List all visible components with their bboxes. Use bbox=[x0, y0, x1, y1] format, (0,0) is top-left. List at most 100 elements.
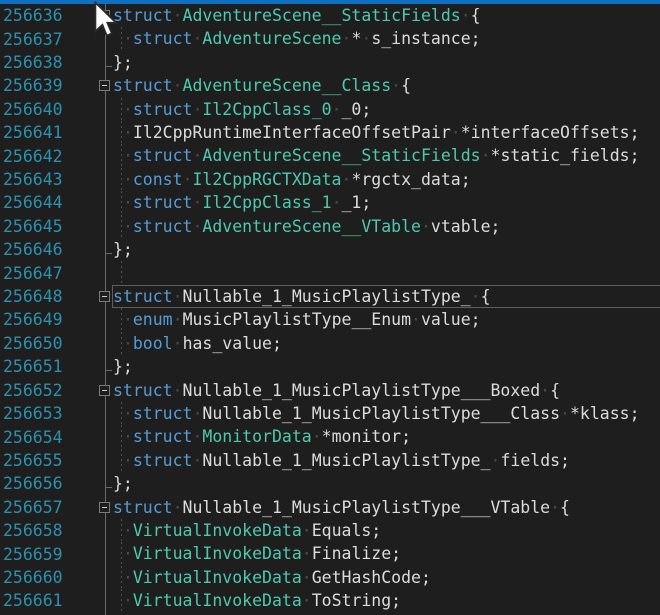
code-line-text[interactable]: ·struct·Nullable_1_MusicPlaylistType___C… bbox=[96, 402, 640, 425]
code-line[interactable]: 256658 ·VirtualInvokeData·Equals; bbox=[0, 519, 660, 542]
line-number[interactable]: 256655 bbox=[0, 451, 96, 470]
whitespace-dot: · bbox=[540, 381, 550, 400]
fold-toggle-icon[interactable] bbox=[99, 502, 110, 513]
code-line-text[interactable]: ·struct·MonitorData·*monitor; bbox=[96, 425, 411, 448]
line-number[interactable]: 256652 bbox=[0, 381, 96, 400]
outline-margin-line bbox=[105, 261, 106, 284]
whitespace-dot: · bbox=[471, 287, 481, 306]
line-number[interactable]: 256636 bbox=[0, 6, 96, 25]
line-number[interactable]: 256645 bbox=[0, 217, 96, 236]
whitespace-dot: · bbox=[173, 334, 183, 353]
code-line[interactable]: 256643 ·const·Il2CppRGCTXData·*rgctx_dat… bbox=[0, 168, 660, 191]
code-line[interactable]: 256661 ·VirtualInvokeData·ToString; bbox=[0, 589, 660, 612]
code-line[interactable]: 256647 bbox=[0, 261, 660, 284]
line-number[interactable]: 256644 bbox=[0, 193, 96, 212]
code-line-text[interactable]: ·struct·Nullable_1_MusicPlaylistType_·fi… bbox=[96, 449, 570, 472]
whitespace-dot: · bbox=[192, 193, 202, 212]
whitespace-dot: · bbox=[183, 170, 193, 189]
code-area[interactable]: 256636struct·AdventureScene__StaticField… bbox=[0, 4, 660, 615]
line-number[interactable]: 256650 bbox=[0, 334, 96, 353]
whitespace-dot: · bbox=[421, 217, 431, 236]
line-number[interactable]: 256653 bbox=[0, 404, 96, 423]
line-number[interactable]: 256651 bbox=[0, 357, 96, 376]
code-line[interactable]: 256640 ·struct·Il2CppClass_0·_0; bbox=[0, 98, 660, 121]
line-number[interactable]: 256637 bbox=[0, 30, 96, 49]
fold-toggle-icon[interactable] bbox=[99, 385, 110, 396]
line-number[interactable]: 256656 bbox=[0, 474, 96, 493]
code-line[interactable]: 256660 ·VirtualInvokeData·GetHashCode; bbox=[0, 566, 660, 589]
token-text: }; bbox=[113, 53, 133, 72]
whitespace-dot: · bbox=[123, 404, 133, 423]
code-line[interactable]: 256649 ·enum·MusicPlaylistType__Enum·val… bbox=[0, 308, 660, 331]
code-line-text[interactable]: struct·Nullable_1_MusicPlaylistType___Bo… bbox=[96, 379, 560, 402]
fold-toggle-icon[interactable] bbox=[99, 10, 110, 21]
whitespace-dot: · bbox=[192, 404, 202, 423]
token-text: }; bbox=[113, 240, 133, 259]
code-line[interactable]: 256652struct·Nullable_1_MusicPlaylistTyp… bbox=[0, 379, 660, 402]
code-line-text[interactable]: ·struct·AdventureScene·*·s_instance; bbox=[96, 27, 481, 50]
line-number[interactable]: 256661 bbox=[0, 591, 96, 610]
fold-toggle-icon[interactable] bbox=[99, 291, 110, 302]
code-line-text[interactable]: struct·AdventureScene__StaticFields·{ bbox=[96, 4, 481, 27]
fold-toggle-icon[interactable] bbox=[99, 80, 110, 91]
line-number[interactable]: 256654 bbox=[0, 428, 96, 447]
code-line[interactable]: 256650 ·bool·has_value; bbox=[0, 332, 660, 355]
code-line[interactable]: 256651}; bbox=[0, 355, 660, 378]
code-line-text[interactable]: ·enum·MusicPlaylistType__Enum·value; bbox=[96, 308, 481, 331]
code-line[interactable]: 256657struct·Nullable_1_MusicPlaylistTyp… bbox=[0, 496, 660, 519]
code-line[interactable]: 256659 ·VirtualInvokeData·Finalize; bbox=[0, 542, 660, 565]
code-line-text[interactable]: ·struct·AdventureScene__StaticFields·*st… bbox=[96, 144, 640, 167]
token-text: Nullable_1_MusicPlaylistType_ bbox=[183, 287, 471, 306]
line-number[interactable]: 256640 bbox=[0, 100, 96, 119]
line-number[interactable]: 256646 bbox=[0, 240, 96, 259]
code-line[interactable]: 256637 ·struct·AdventureScene·*·s_instan… bbox=[0, 27, 660, 50]
code-line-text[interactable]: ·Il2CppRuntimeInterfaceOffsetPair·*inter… bbox=[96, 121, 640, 144]
code-line[interactable]: 256648struct·Nullable_1_MusicPlaylistTyp… bbox=[0, 285, 660, 308]
code-line-text[interactable]: }; bbox=[96, 472, 133, 495]
line-number[interactable]: 256641 bbox=[0, 123, 96, 142]
code-line-text[interactable]: }; bbox=[96, 51, 133, 74]
line-number[interactable]: 256648 bbox=[0, 287, 96, 306]
code-line-text[interactable]: struct·Nullable_1_MusicPlaylistType___VT… bbox=[96, 496, 570, 519]
code-line[interactable]: 256639struct·AdventureScene__Class·{ bbox=[0, 74, 660, 97]
code-line[interactable]: 256644 ·struct·Il2CppClass_1·_1; bbox=[0, 191, 660, 214]
token-text: Nullable_1_MusicPlaylistType___VTable bbox=[183, 498, 551, 517]
code-line-text[interactable]: ·VirtualInvokeData·Equals; bbox=[96, 519, 381, 542]
code-editor: 256636struct·AdventureScene__StaticField… bbox=[0, 0, 660, 615]
line-number[interactable]: 256657 bbox=[0, 498, 96, 517]
line-number[interactable]: 256643 bbox=[0, 170, 96, 189]
code-line-text[interactable]: ·struct·Il2CppClass_0·_0; bbox=[96, 98, 371, 121]
code-line[interactable]: 256641 ·Il2CppRuntimeInterfaceOffsetPair… bbox=[0, 121, 660, 144]
code-line[interactable]: 256646}; bbox=[0, 238, 660, 261]
line-number[interactable]: 256638 bbox=[0, 53, 96, 72]
line-number[interactable]: 256658 bbox=[0, 521, 96, 540]
line-number[interactable]: 256642 bbox=[0, 147, 96, 166]
code-line-text[interactable]: }; bbox=[96, 355, 133, 378]
indent-space bbox=[113, 544, 123, 563]
code-line-text[interactable]: }; bbox=[96, 238, 133, 261]
line-number[interactable]: 256639 bbox=[0, 76, 96, 95]
code-line[interactable]: 256636struct·AdventureScene__StaticField… bbox=[0, 4, 660, 27]
code-line[interactable]: 256654 ·struct·MonitorData·*monitor; bbox=[0, 425, 660, 448]
line-number[interactable]: 256647 bbox=[0, 264, 96, 283]
code-line[interactable]: 256638}; bbox=[0, 51, 660, 74]
code-line-text[interactable]: ·struct·AdventureScene__VTable·vtable; bbox=[96, 215, 500, 238]
code-line-text[interactable]: struct·Nullable_1_MusicPlaylistType_·{ bbox=[96, 285, 491, 308]
whitespace-dot: · bbox=[192, 451, 202, 470]
code-line[interactable]: 256656}; bbox=[0, 472, 660, 495]
code-line-text[interactable]: ·VirtualInvokeData·GetHashCode; bbox=[96, 566, 431, 589]
code-line-text[interactable]: ·VirtualInvokeData·ToString; bbox=[96, 589, 401, 612]
code-line-text[interactable]: ·struct·Il2CppClass_1·_1; bbox=[96, 191, 371, 214]
code-line[interactable]: 256653 ·struct·Nullable_1_MusicPlaylistT… bbox=[0, 402, 660, 425]
code-line-text[interactable]: ·const·Il2CppRGCTXData·*rgctx_data; bbox=[96, 168, 471, 191]
line-number[interactable]: 256649 bbox=[0, 310, 96, 329]
code-line-text[interactable]: ·bool·has_value; bbox=[96, 332, 282, 355]
code-line[interactable]: 256642 ·struct·AdventureScene__StaticFie… bbox=[0, 144, 660, 167]
line-number[interactable]: 256660 bbox=[0, 568, 96, 587]
line-number[interactable]: 256659 bbox=[0, 545, 96, 564]
whitespace-dot: · bbox=[342, 29, 352, 48]
code-line-text[interactable]: struct·AdventureScene__Class·{ bbox=[96, 74, 411, 97]
code-line-text[interactable]: ·VirtualInvokeData·Finalize; bbox=[96, 542, 401, 565]
code-line[interactable]: 256645 ·struct·AdventureScene__VTable·vt… bbox=[0, 215, 660, 238]
code-line[interactable]: 256655 ·struct·Nullable_1_MusicPlaylistT… bbox=[0, 449, 660, 472]
